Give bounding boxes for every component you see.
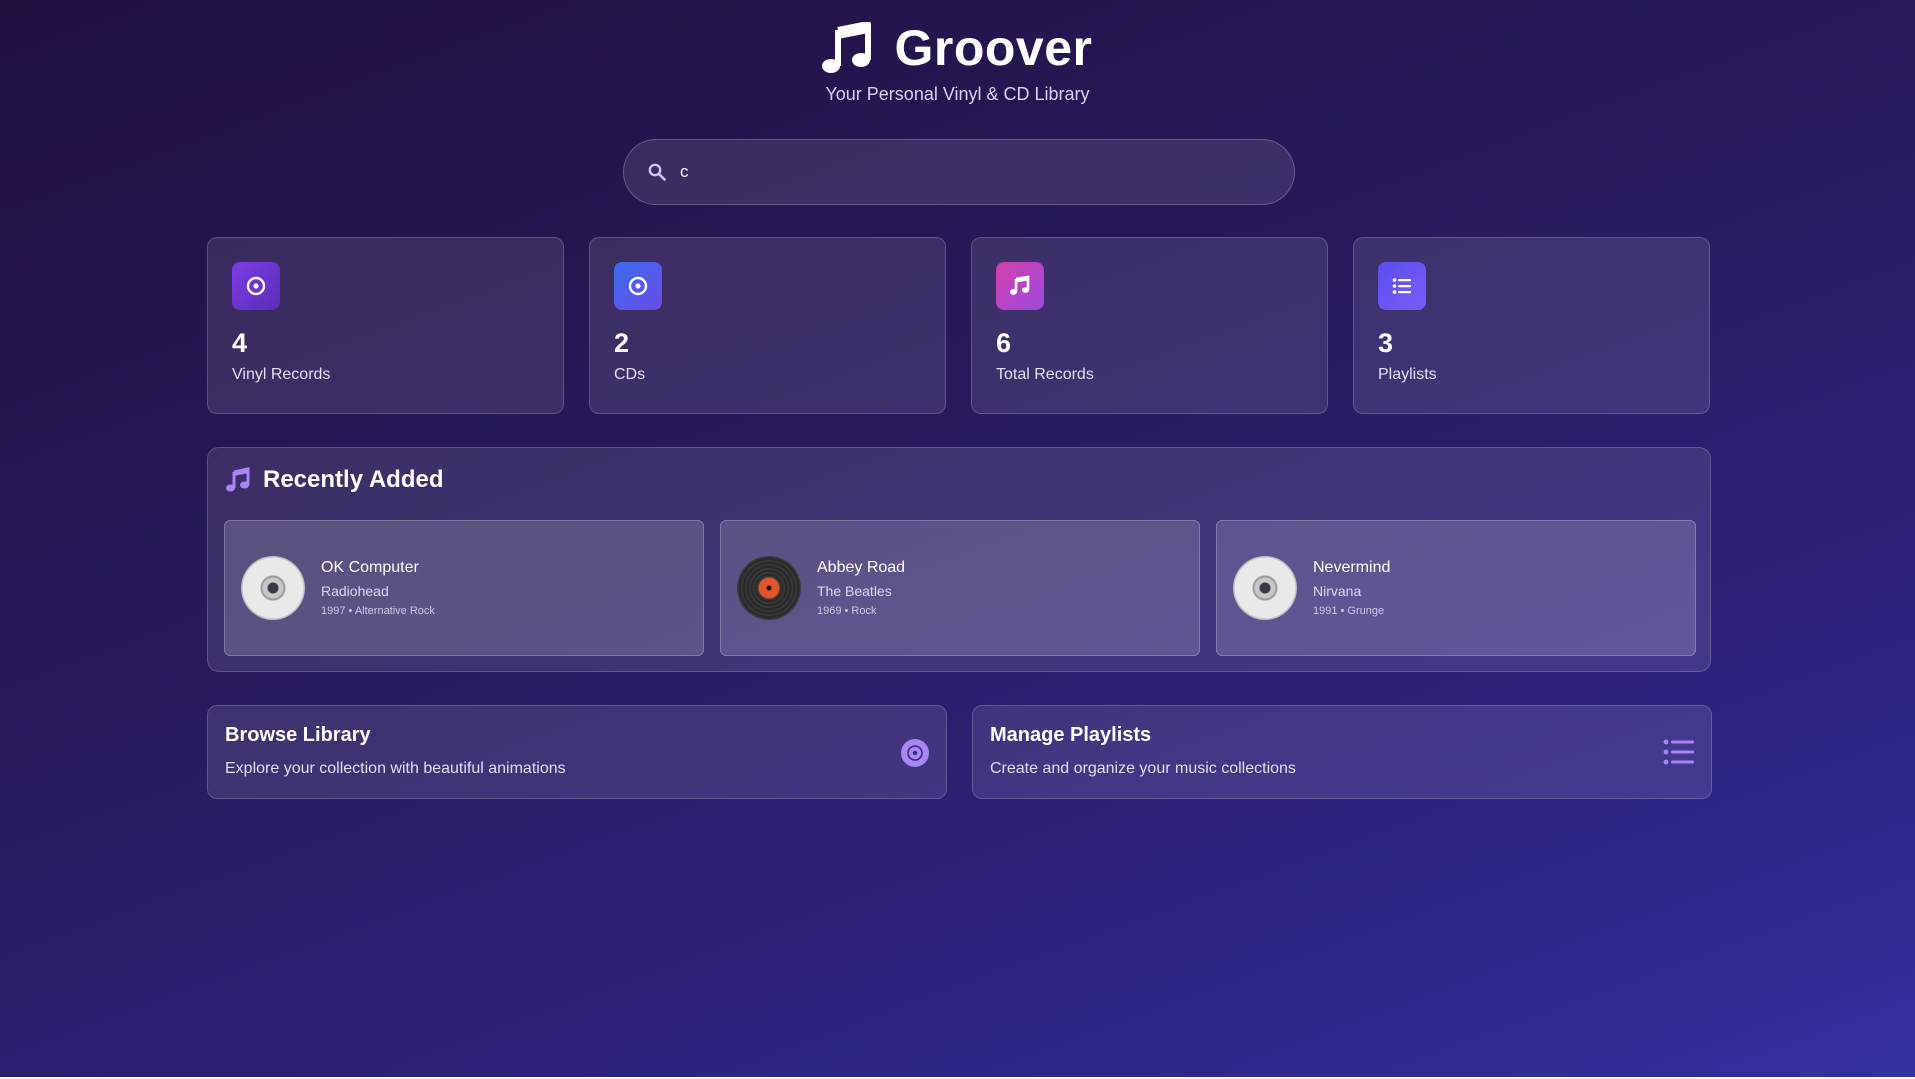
- cd-icon: [614, 262, 662, 310]
- record-artist: The Beatles: [817, 583, 892, 599]
- app-header: Groover Your Personal Vinyl & CD Library: [0, 22, 1915, 105]
- music-note-icon: [822, 22, 872, 73]
- manage-playlists-card[interactable]: Manage Playlists Create and organize you…: [972, 705, 1712, 799]
- stat-value: 2: [614, 328, 630, 358]
- vinyl-icon: [232, 262, 280, 310]
- action-description: Create and organize your music collectio…: [990, 760, 1296, 777]
- action-title: Browse Library: [225, 724, 371, 746]
- record-card[interactable]: Nevermind Nirvana 1991 • Grunge: [1216, 520, 1696, 656]
- stat-card-playlists[interactable]: 3 Playlists: [1353, 237, 1710, 414]
- record-title: Nevermind: [1313, 559, 1391, 576]
- app-subtitle: Your Personal Vinyl & CD Library: [825, 84, 1090, 104]
- music-note-icon: [226, 467, 250, 492]
- action-cards: Browse Library Explore your collection w…: [207, 705, 1712, 799]
- cd-disc-icon: [1233, 556, 1297, 620]
- stats-row: 4 Vinyl Records 2 CDs 6 Total Records 3 …: [207, 237, 1711, 414]
- record-meta: 1997 • Alternative Rock: [321, 605, 435, 617]
- search-icon: [648, 163, 666, 181]
- action-title: Manage Playlists: [990, 724, 1152, 746]
- stat-card-vinyl[interactable]: 4 Vinyl Records: [207, 237, 564, 414]
- browse-library-card[interactable]: Browse Library Explore your collection w…: [207, 705, 947, 799]
- list-icon: [1663, 739, 1694, 765]
- record-card[interactable]: Abbey Road The Beatles 1969 • Rock: [720, 520, 1200, 656]
- action-description: Explore your collection with beautiful a…: [225, 760, 566, 777]
- stat-card-cds[interactable]: 2 CDs: [589, 237, 946, 414]
- record-title: OK Computer: [321, 559, 419, 576]
- stat-label: CDs: [614, 366, 646, 383]
- stat-label: Playlists: [1378, 366, 1437, 383]
- list-icon: [1378, 262, 1426, 310]
- stat-value: 6: [996, 328, 1012, 358]
- app-title: Groover: [894, 20, 1093, 76]
- vinyl-disc-icon: [737, 556, 801, 620]
- record-meta: 1969 • Rock: [817, 605, 877, 617]
- search-input[interactable]: [680, 162, 1240, 182]
- stat-label: Total Records: [996, 366, 1094, 383]
- stat-card-total-records[interactable]: 6 Total Records: [971, 237, 1328, 414]
- record-artist: Nirvana: [1313, 583, 1362, 599]
- record-meta: 1991 • Grunge: [1313, 605, 1385, 617]
- section-title: Recently Added: [263, 466, 444, 493]
- music-note-icon: [996, 262, 1044, 310]
- recently-added-section: Recently Added OK Computer Radiohead 199…: [207, 447, 1711, 672]
- stat-label: Vinyl Records: [232, 366, 331, 383]
- record-artist: Radiohead: [321, 583, 389, 599]
- disc-icon: [901, 739, 929, 767]
- stat-value: 4: [232, 328, 248, 358]
- cd-disc-icon: [241, 556, 305, 620]
- search-bar[interactable]: [623, 139, 1295, 205]
- record-card[interactable]: OK Computer Radiohead 1997 • Alternative…: [224, 520, 704, 656]
- record-title: Abbey Road: [817, 559, 906, 576]
- stat-value: 3: [1378, 328, 1394, 358]
